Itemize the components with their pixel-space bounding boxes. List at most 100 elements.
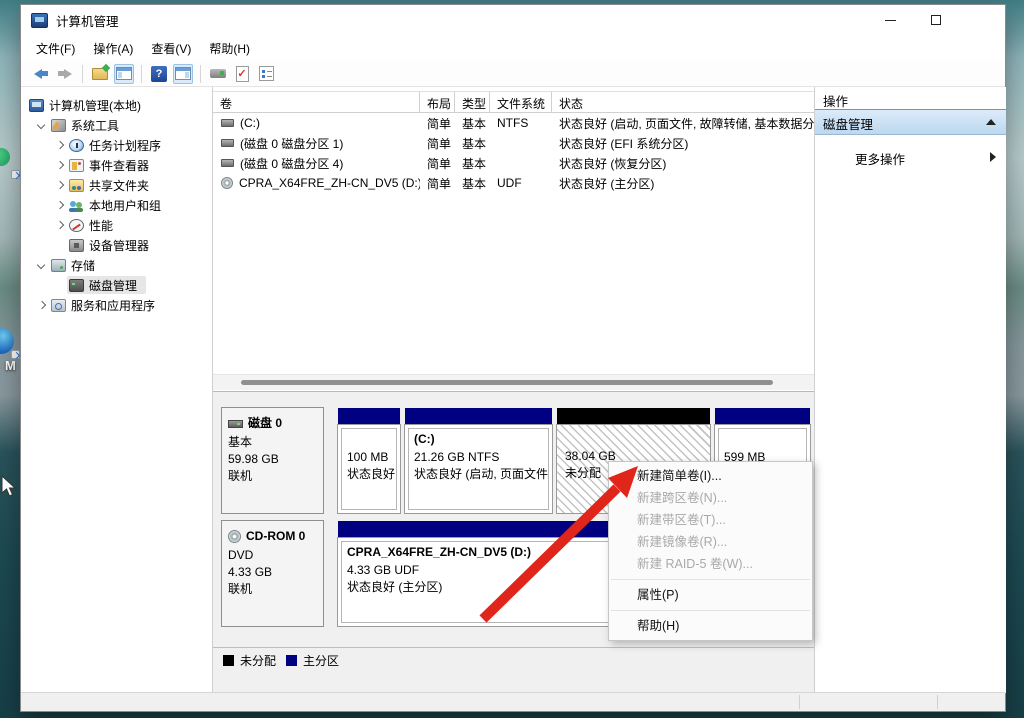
minimize-button[interactable] <box>867 5 913 35</box>
forward-button[interactable] <box>55 64 75 84</box>
statusbar-divider <box>799 695 800 709</box>
volume-list-header: 卷 布局 类型 文件系统 状态 <box>213 91 814 113</box>
toolbar-separator <box>141 65 142 83</box>
action-pane: 操作 磁盘管理 更多操作 <box>814 87 1006 693</box>
more-actions-item[interactable]: 更多操作 <box>815 149 1006 169</box>
console-options-button[interactable] <box>256 64 276 84</box>
tree-item-performance[interactable]: 性能 <box>21 215 212 235</box>
check-disk-button[interactable]: ✓ <box>232 64 252 84</box>
tree-item-system-tools[interactable]: 系统工具 <box>21 115 212 135</box>
tree-item-local-users-groups[interactable]: 本地用户和组 <box>21 195 212 215</box>
legend: 未分配 主分区 <box>213 647 814 673</box>
chevron-right-icon[interactable] <box>53 158 67 172</box>
back-icon <box>34 69 48 79</box>
tree-item-task-scheduler[interactable]: 任务计划程序 <box>21 135 212 155</box>
chevron-right-icon[interactable] <box>53 218 67 232</box>
toolbar-separator <box>82 65 83 83</box>
column-header-layout[interactable]: 布局 <box>420 92 455 112</box>
chevron-right-icon[interactable] <box>53 138 67 152</box>
actions-section-disk-management[interactable]: 磁盘管理 <box>815 110 1006 135</box>
device-manager-icon <box>69 239 84 252</box>
help-button[interactable]: ? <box>149 64 169 84</box>
checklist-icon <box>259 66 274 81</box>
status-bar <box>21 692 1005 711</box>
chevron-right-icon[interactable] <box>35 298 49 312</box>
back-button[interactable] <box>31 64 51 84</box>
desktop: M 计算机管理 文件(F) 操作(A) 查看(V) 帮助(H) ? <box>0 0 1024 718</box>
column-header-type[interactable]: 类型 <box>455 92 490 112</box>
action-pane-icon <box>175 67 191 80</box>
folder-icon <box>92 68 108 80</box>
disk0-partition-c[interactable]: (C:) 21.26 GB NTFS 状态良好 (启动, 页面文件, 故障转储,… <box>404 407 553 514</box>
computer-management-window: 计算机管理 文件(F) 操作(A) 查看(V) 帮助(H) ? ✓ <box>20 4 1006 712</box>
volume-disk-icon <box>221 139 234 147</box>
disk0-label[interactable]: 磁盘 0 基本 59.98 GB 联机 <box>221 407 324 514</box>
volume-disk-icon <box>221 119 234 127</box>
menu-item-help[interactable]: 帮助(H) <box>609 615 812 637</box>
toolbar-separator <box>200 65 201 83</box>
tree-item-disk-management[interactable]: 磁盘管理 <box>21 275 212 295</box>
tree-item-services-applications[interactable]: 服务和应用程序 <box>21 295 212 315</box>
cdrom0-label[interactable]: CD-ROM 0 DVD 4.33 GB 联机 <box>221 520 324 627</box>
clock-icon <box>69 139 84 152</box>
hdd-icon <box>228 420 243 428</box>
chevron-down-icon[interactable] <box>35 118 49 132</box>
toggle-console-tree-button[interactable] <box>114 64 134 84</box>
column-header-volume[interactable]: 卷 <box>213 92 420 112</box>
maximize-button[interactable] <box>913 5 959 35</box>
menu-item-properties[interactable]: 属性(P) <box>609 584 812 606</box>
tree-item-storage[interactable]: 存储 <box>21 255 212 275</box>
desktop-app-icon-green[interactable] <box>0 148 10 166</box>
menu-file[interactable]: 文件(F) <box>27 36 84 61</box>
performance-icon <box>69 219 84 232</box>
primary-partition-bar <box>404 407 553 424</box>
console-tree: 计算机管理(本地) 系统工具 任务计划程序 事件查看器 共享文件夹 本地用户和组… <box>21 87 213 693</box>
scrollbar-thumb[interactable] <box>241 380 773 385</box>
toggle-action-pane-button[interactable] <box>173 64 193 84</box>
mouse-cursor <box>1 475 21 499</box>
volume-row-efi[interactable]: (磁盘 0 磁盘分区 1) 简单 基本 状态良好 (EFI 系统分区) <box>213 133 814 153</box>
menu-separator <box>611 610 810 611</box>
tree-item-device-manager[interactable]: 设备管理器 <box>21 235 212 255</box>
cd-icon <box>228 530 241 543</box>
chevron-right-icon[interactable] <box>53 178 67 192</box>
primary-partition-bar <box>714 407 811 424</box>
event-viewer-icon <box>69 159 84 172</box>
export-list-button[interactable] <box>90 64 110 84</box>
tree-item-computer-management[interactable]: 计算机管理(本地) <box>21 95 212 115</box>
legend-primary-label: 主分区 <box>303 652 339 669</box>
volume-list: (C:) 简单 基本 NTFS 状态良好 (启动, 页面文件, 故障转储, 基本… <box>213 113 814 193</box>
column-header-filesystem[interactable]: 文件系统 <box>490 92 552 112</box>
tree-item-event-viewer[interactable]: 事件查看器 <box>21 155 212 175</box>
volume-row-recovery[interactable]: (磁盘 0 磁盘分区 4) 简单 基本 状态良好 (恢复分区) <box>213 153 814 173</box>
help-icon: ? <box>151 66 167 82</box>
menu-item-new-striped-volume: 新建带区卷(T)... <box>609 509 812 531</box>
attach-vhd-button[interactable] <box>208 64 228 84</box>
console-tree-icon <box>116 67 132 80</box>
menu-action[interactable]: 操作(A) <box>84 36 142 61</box>
horizontal-scrollbar[interactable] <box>213 374 814 390</box>
check-document-icon: ✓ <box>236 66 249 82</box>
volume-row-c[interactable]: (C:) 简单 基本 NTFS 状态良好 (启动, 页面文件, 故障转储, 基本… <box>213 113 814 133</box>
legend-primary-swatch <box>286 655 297 666</box>
menu-item-new-raid5-volume: 新建 RAID-5 卷(W)... <box>609 553 812 575</box>
chevron-down-icon[interactable] <box>35 258 49 272</box>
menu-item-new-simple-volume[interactable]: 新建简单卷(I)... <box>609 465 812 487</box>
toolbar: ? ✓ <box>21 61 1005 87</box>
menu-item-new-spanned-volume: 新建跨区卷(N)... <box>609 487 812 509</box>
volume-row-dvd[interactable]: CPRA_X64FRE_ZH-CN_DV5 (D:) 简单 基本 UDF 状态良… <box>213 173 814 193</box>
chevron-right-icon[interactable] <box>53 198 67 212</box>
collapse-icon[interactable] <box>986 119 996 125</box>
tree-item-shared-folders[interactable]: 共享文件夹 <box>21 175 212 195</box>
actions-header: 操作 <box>815 87 1006 110</box>
menu-view[interactable]: 查看(V) <box>142 36 200 61</box>
users-icon <box>69 199 84 212</box>
computer-icon <box>29 99 44 112</box>
title-bar[interactable]: 计算机管理 <box>21 5 1005 35</box>
shared-folder-icon <box>69 179 84 192</box>
menu-help[interactable]: 帮助(H) <box>200 36 259 61</box>
forward-icon <box>58 69 72 79</box>
computer-management-app-icon <box>31 13 48 28</box>
column-header-status[interactable]: 状态 <box>552 92 814 112</box>
disk0-partition-system[interactable]: 100 MB 状态良好 <box>337 407 401 514</box>
